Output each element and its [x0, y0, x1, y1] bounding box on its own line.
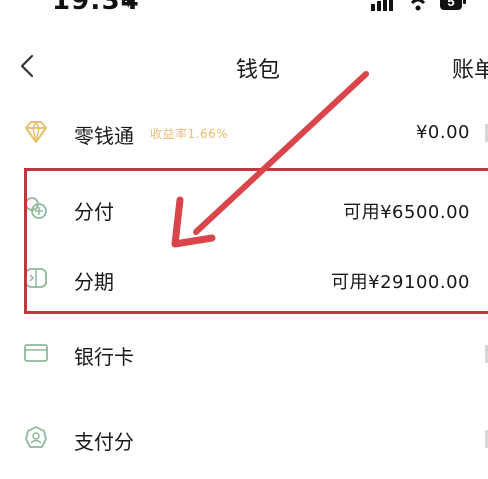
wallet-item-value: ¥0.00 [415, 122, 470, 143]
battery-level: 5 [447, 0, 454, 9]
credit-score-icon [25, 426, 47, 448]
wifi-icon [408, 0, 428, 11]
location-arrow-icon [120, 0, 132, 8]
status-bar: 19:34 5 [0, 0, 488, 16]
wallet-item-label: 银行卡 [74, 345, 134, 369]
wallet-item-label: 零钱通 [74, 124, 134, 148]
yield-rate-badge: 收益率1.66% [150, 127, 229, 141]
wallet-item-bank-card[interactable]: 银行卡 [0, 325, 488, 381]
wallet-item-change-pocket[interactable]: 零钱通 收益率1.66% ¥0.00 [0, 104, 488, 160]
wallet-screen: 19:34 5 钱包 账单 零钱通 收益率1.66% ¥0.00 分付 可用¥6… [0, 0, 488, 479]
page-title: 钱包 [235, 58, 280, 83]
signal-icon [371, 0, 393, 11]
battery-icon: 5 [438, 0, 468, 12]
wallet-item-credit-score[interactable]: 支付分 [0, 410, 488, 466]
wallet-item-label: 支付分 [74, 430, 134, 454]
diamond-icon [25, 121, 47, 143]
highlight-box [24, 168, 488, 314]
bill-link[interactable]: 账单 [452, 52, 488, 84]
bank-card-icon [24, 344, 48, 362]
